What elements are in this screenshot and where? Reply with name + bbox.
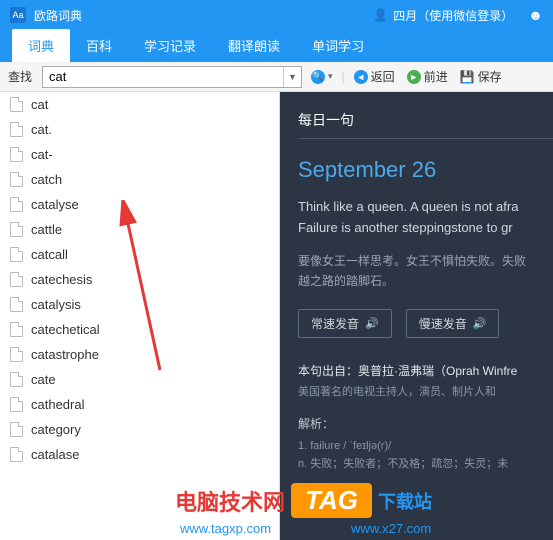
file-icon bbox=[10, 272, 23, 287]
search-input[interactable] bbox=[43, 67, 283, 87]
file-icon bbox=[10, 422, 23, 437]
login-info: （使用微信登录） bbox=[417, 7, 513, 24]
file-icon bbox=[10, 172, 23, 187]
back-icon: ◄ bbox=[354, 70, 368, 84]
file-icon bbox=[10, 147, 23, 162]
quote-english: Think like a queen. A queen is not afra … bbox=[298, 197, 553, 239]
daily-sentence-title: 每日一句 bbox=[298, 110, 553, 139]
watermark-url2: www.x27.com bbox=[351, 521, 431, 536]
content-panel: 每日一句 September 26 Think like a queen. A … bbox=[280, 92, 553, 540]
suggestion-item[interactable]: catcall bbox=[0, 242, 279, 267]
toolbar: 查找 ▼ 🔍▾ | ◄返回 ►前进 💾保存 bbox=[0, 62, 553, 92]
suggestion-word: catechetical bbox=[31, 322, 100, 337]
suggestion-word: catechesis bbox=[31, 272, 92, 287]
daily-date: September 26 bbox=[298, 157, 553, 183]
search-box: ▼ bbox=[42, 66, 302, 88]
sound-icon: 🔊 bbox=[365, 317, 379, 330]
suggestion-word: cat- bbox=[31, 147, 53, 162]
suggestion-item[interactable]: catch bbox=[0, 167, 279, 192]
app-title: 欧路词典 bbox=[34, 7, 82, 24]
normal-speed-audio-button[interactable]: 常速发音🔊 bbox=[298, 309, 392, 338]
suggestion-item[interactable]: catastrophe bbox=[0, 342, 279, 367]
search-dropdown-icon[interactable]: ▼ bbox=[283, 67, 301, 87]
file-icon bbox=[10, 347, 23, 362]
file-icon bbox=[10, 372, 23, 387]
suggestion-word: cattle bbox=[31, 222, 62, 237]
watermark-url1: www.tagxp.com bbox=[180, 521, 271, 536]
suggestion-word: cate bbox=[31, 372, 56, 387]
suggestion-list[interactable]: cat cat. cat-catch catalyse cattle catcall cat… bbox=[0, 92, 280, 540]
app-logo-icon: Aa bbox=[10, 7, 26, 23]
save-button[interactable]: 💾保存 bbox=[457, 68, 505, 85]
file-icon bbox=[10, 297, 23, 312]
quote-chinese: 要像女王一样思考。女王不惧怕失败。失败 越之路的踏脚石。 bbox=[298, 251, 553, 292]
suggestion-item[interactable]: cathedral bbox=[0, 392, 279, 417]
analysis-text: 1. failure / ˈfeɪljə(r)/ n. 失败；失败者；不及格；疏… bbox=[298, 438, 553, 473]
file-icon bbox=[10, 122, 23, 137]
suggestion-item[interactable]: catalyse bbox=[0, 192, 279, 217]
suggestion-item[interactable]: cat. bbox=[0, 117, 279, 142]
suggestion-item[interactable]: catechetical bbox=[0, 317, 279, 342]
analysis-label: 解析： bbox=[298, 415, 553, 432]
suggestion-word: catch bbox=[31, 172, 62, 187]
watermark: 电脑技术网 TAG 下载站 bbox=[175, 483, 432, 518]
file-icon bbox=[10, 447, 23, 462]
tab-bar: 词典 百科 学习记录 翻译朗读 单词学习 bbox=[0, 30, 553, 62]
watermark-tag: TAG bbox=[291, 483, 372, 518]
user-icon: 👤 bbox=[373, 8, 388, 22]
suggestion-word: catastrophe bbox=[31, 347, 99, 362]
file-icon bbox=[10, 397, 23, 412]
suggestion-item[interactable]: category bbox=[0, 417, 279, 442]
tab-wiki[interactable]: 百科 bbox=[70, 29, 128, 62]
suggestion-item[interactable]: cattle bbox=[0, 217, 279, 242]
tab-translate-read[interactable]: 翻译朗读 bbox=[212, 29, 296, 62]
save-icon: 💾 bbox=[460, 70, 475, 84]
suggestion-item[interactable]: catalysis bbox=[0, 292, 279, 317]
tab-dictionary[interactable]: 词典 bbox=[12, 29, 70, 62]
file-icon bbox=[10, 322, 23, 337]
search-label: 查找 bbox=[8, 68, 32, 85]
back-button[interactable]: ◄返回 bbox=[351, 68, 398, 85]
suggestion-word: catcall bbox=[31, 247, 68, 262]
suggestion-word: catalase bbox=[31, 447, 79, 462]
search-icon: 🔍 bbox=[311, 70, 325, 84]
slow-speed-audio-button[interactable]: 慢速发音🔊 bbox=[406, 309, 500, 338]
file-icon bbox=[10, 222, 23, 237]
watermark-text2: 下载站 bbox=[378, 488, 432, 514]
source-label: 本句出自：奥普拉·温弗瑞（Oprah Winfre bbox=[298, 362, 553, 379]
file-icon bbox=[10, 247, 23, 262]
sound-icon: 🔊 bbox=[473, 317, 487, 330]
suggestion-item[interactable]: cate bbox=[0, 367, 279, 392]
suggestion-word: cat. bbox=[31, 122, 52, 137]
forward-button[interactable]: ►前进 bbox=[404, 68, 451, 85]
search-button[interactable]: 🔍▾ bbox=[308, 70, 336, 84]
forward-icon: ► bbox=[407, 70, 421, 84]
user-name[interactable]: 四月 bbox=[393, 7, 417, 24]
suggestion-item[interactable]: catechesis bbox=[0, 267, 279, 292]
tab-word-study[interactable]: 单词学习 bbox=[296, 29, 380, 62]
suggestion-word: cathedral bbox=[31, 397, 84, 412]
suggestion-word: catalyse bbox=[31, 197, 79, 212]
suggestion-item[interactable]: catalase bbox=[0, 442, 279, 467]
suggestion-word: catalysis bbox=[31, 297, 81, 312]
watermark-urls: www.tagxp.com www.x27.com bbox=[180, 521, 431, 536]
file-icon bbox=[10, 97, 23, 112]
file-icon bbox=[10, 197, 23, 212]
suggestion-item[interactable]: cat- bbox=[0, 142, 279, 167]
watermark-text: 电脑技术网 bbox=[175, 485, 285, 517]
suggestion-word: cat bbox=[31, 97, 48, 112]
source-description: 美国著名的电视主持人，演员、制片人和 bbox=[298, 383, 553, 399]
smiley-icon[interactable]: ☻ bbox=[528, 7, 543, 23]
suggestion-item[interactable]: cat bbox=[0, 92, 279, 117]
suggestion-word: category bbox=[31, 422, 81, 437]
separator: | bbox=[342, 70, 345, 84]
tab-study-record[interactable]: 学习记录 bbox=[128, 29, 212, 62]
